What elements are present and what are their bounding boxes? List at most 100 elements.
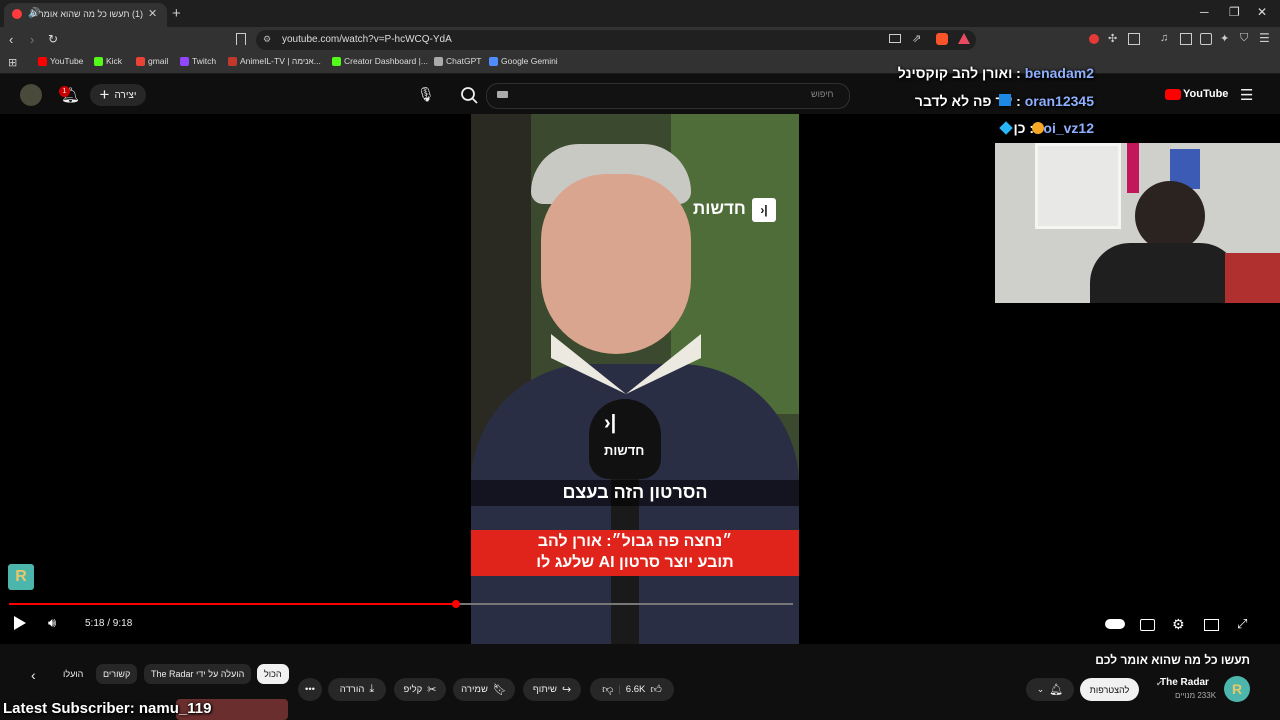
sidebar-icon[interactable]	[1180, 33, 1192, 45]
bookmark-item[interactable]: Kick	[94, 56, 122, 66]
channel-name[interactable]: The Radar	[1160, 677, 1209, 688]
youtube-logo-icon[interactable]	[1165, 89, 1181, 100]
dislike-icon[interactable]: 👎︎	[602, 683, 613, 696]
ai-icon[interactable]: ✦	[1220, 32, 1229, 45]
chevron-down-icon: ⌄	[1036, 684, 1045, 694]
share-button[interactable]: ↪ שיתוף	[523, 678, 581, 701]
keyboard-icon[interactable]	[497, 91, 508, 98]
chip-all[interactable]: הכול	[257, 664, 289, 684]
bookmark-label: YouTube	[50, 56, 84, 66]
more-icon: •••	[305, 684, 315, 695]
site-info-icon[interactable]: ⚙	[263, 34, 271, 45]
chip-related[interactable]: קשורים	[96, 664, 138, 684]
new-tab-button[interactable]: +	[172, 5, 181, 22]
create-button[interactable]: יצירה +	[90, 84, 146, 106]
wallet-icon[interactable]	[1200, 33, 1212, 45]
search-icon	[461, 87, 478, 104]
chip-uploaded[interactable]: הועלו	[56, 664, 90, 684]
news-logo-text: חדשות	[693, 199, 746, 218]
video-frame[interactable]: ›| חדשות ›| חדשות הסרטון הזה בעצם ״נחצה …	[471, 114, 799, 644]
chip-uploaded-by[interactable]: הועלה על ידי The Radar	[144, 664, 252, 684]
fullscreen-icon[interactable]: ⤢	[1237, 616, 1247, 632]
vpn-shield-icon[interactable]: ⛉	[1240, 32, 1248, 45]
bookmark-item[interactable]: Google Gemini	[489, 56, 558, 66]
settings-gear-icon[interactable]: ⚙	[1172, 616, 1185, 633]
minimize-icon[interactable]: ─	[1200, 5, 1209, 19]
bookmark-favicon-icon	[228, 56, 237, 66]
extension-box-icon[interactable]	[1128, 33, 1140, 45]
brave-rewards-icon[interactable]	[958, 33, 970, 44]
bookmark-item[interactable]: AnimeIL-TV | אנימה...	[228, 56, 321, 66]
save-icon: 🔖︎	[492, 684, 507, 696]
guide-menu-icon[interactable]: ☰	[1240, 86, 1253, 104]
subscriber-count: 233K מנויים	[1175, 691, 1217, 700]
close-window-icon[interactable]: ✕	[1257, 5, 1267, 19]
bell-icon: 🔔︎	[1049, 684, 1064, 696]
chips-scroll-left-icon[interactable]: ‹	[31, 667, 36, 683]
bookmark-item[interactable]: gmail	[136, 56, 168, 66]
like-icon[interactable]: 👍︎	[650, 683, 662, 696]
latest-subscriber-overlay: Latest Subscriber: namu_119	[3, 700, 212, 717]
bookmark-label: Creator Dashboard |...	[344, 56, 428, 66]
download-button[interactable]: ⤓ הורדה	[328, 678, 386, 701]
play-icon[interactable]	[14, 616, 26, 630]
maximize-icon[interactable]: ❐	[1229, 5, 1240, 19]
search-input[interactable]	[486, 83, 850, 109]
browser-tab[interactable]: 🔊 (1) תעשו כל מה שהוא אומר ל ✕	[4, 3, 167, 27]
chat-message: benadam2 : ואורן להב קוקסינל	[897, 65, 1094, 81]
forward-icon[interactable]: ›	[30, 32, 34, 47]
cast-icon[interactable]	[889, 34, 901, 43]
autoplay-toggle[interactable]	[1105, 619, 1125, 629]
extension-record-icon[interactable]	[1089, 34, 1099, 44]
news-logo-icon: ›|	[752, 198, 776, 222]
mic-logo-icon: ›|	[604, 412, 617, 434]
bookmark-favicon-icon	[180, 56, 189, 66]
microphone-shape	[589, 399, 661, 479]
video-title: תעשו כל מה שהוא אומר לכם	[1095, 653, 1250, 667]
back-icon[interactable]: ‹	[9, 32, 13, 47]
volume-icon[interactable]: 🔊︎	[48, 615, 56, 631]
chat-username: roi_vz12	[1037, 120, 1094, 136]
bookmark-item[interactable]: YouTube	[38, 56, 83, 66]
share-label: שיתוף	[532, 684, 557, 695]
tab-close-icon[interactable]: ✕	[148, 7, 157, 20]
notification-bell-button[interactable]: 🔔︎ ⌄	[1026, 678, 1074, 701]
save-button[interactable]: 🔖︎ שמירה	[453, 678, 515, 701]
progress-scrubber[interactable]	[452, 600, 460, 608]
bookmark-icon[interactable]	[236, 33, 246, 45]
reload-icon[interactable]: ↻	[48, 32, 58, 46]
bookmark-label: ChatGPT	[446, 56, 482, 66]
bookmark-label: Kick	[106, 56, 123, 66]
bookmark-item[interactable]: ChatGPT	[434, 56, 481, 66]
brave-shield-icon[interactable]	[936, 33, 948, 45]
webcam-bed-shape	[1225, 253, 1280, 303]
bookmark-item[interactable]: Creator Dashboard |...	[332, 56, 428, 66]
chat-text: ואורן להב קוקסינל	[897, 65, 1013, 81]
verified-icon: ✔	[1156, 679, 1163, 688]
bookmark-favicon-icon	[38, 56, 47, 66]
share-icon: ↪	[561, 684, 572, 696]
webcam-person-head-shape	[1135, 181, 1205, 251]
channel-avatar[interactable]: R	[1224, 676, 1250, 702]
share-page-icon[interactable]: ⇗	[912, 32, 921, 45]
subscribe-button[interactable]: להצטרפות	[1080, 678, 1139, 701]
bookmark-label: Google Gemini	[501, 56, 558, 66]
apps-grid-icon[interactable]: ⊞	[8, 56, 17, 69]
youtube-logo-text: YouTube	[1183, 88, 1229, 100]
extensions-icon[interactable]: ✣	[1108, 32, 1117, 45]
bookmark-favicon-icon	[136, 56, 145, 66]
media-icon[interactable]: ♫	[1160, 32, 1168, 44]
menu-icon[interactable]: ☰	[1259, 31, 1270, 45]
bookmark-item[interactable]: Twitch	[180, 56, 216, 66]
subtitles-icon[interactable]	[1140, 619, 1155, 631]
clip-button[interactable]: ✂ קליפ	[394, 678, 446, 701]
bookmark-favicon-icon	[94, 56, 103, 66]
avatar[interactable]	[20, 84, 42, 106]
webcam-person-body-shape	[1090, 243, 1240, 303]
more-actions-button[interactable]: •••	[298, 678, 322, 701]
theater-mode-icon[interactable]	[1204, 619, 1219, 631]
channel-watermark-icon[interactable]: R	[8, 564, 34, 590]
search-button[interactable]	[454, 83, 484, 107]
voice-search-icon[interactable]: 🎙︎	[417, 86, 435, 103]
like-count: 6.6K	[625, 684, 646, 695]
